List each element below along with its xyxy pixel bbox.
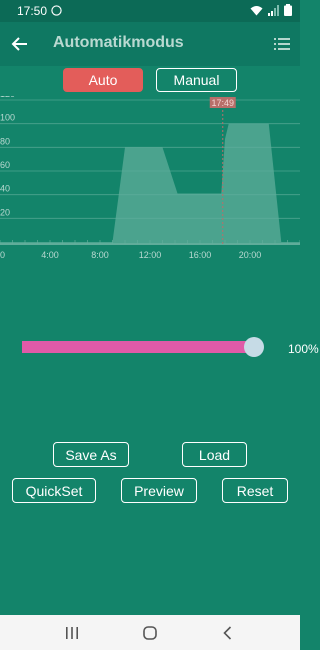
list-menu-icon[interactable] [274, 36, 290, 52]
save-as-button[interactable]: Save As [53, 442, 129, 467]
y-tick-label: 60 [0, 160, 10, 170]
x-tick-label: 16:00 [189, 250, 212, 260]
back-arrow-icon[interactable] [10, 34, 30, 54]
recent-apps-icon[interactable] [63, 624, 81, 642]
reset-button[interactable]: Reset [222, 478, 288, 503]
current-time-label: 17:49 [211, 98, 234, 108]
x-tick-label: 0 [0, 250, 5, 260]
y-tick-label: 20 [0, 207, 10, 217]
slider-value-label: 100% [288, 342, 319, 356]
auto-mode-button[interactable]: Auto [63, 68, 143, 92]
schedule-chart[interactable]: 120 100 80 60 40 20 0 4:00 8:00 12:00 16:00 20:00 17… [0, 96, 300, 260]
back-icon[interactable] [219, 624, 237, 642]
slider-fill [22, 341, 254, 353]
load-button[interactable]: Load [182, 442, 247, 467]
manual-mode-button[interactable]: Manual [156, 68, 237, 92]
home-icon[interactable] [141, 624, 159, 642]
app-bar: Automatikmodus [0, 22, 300, 66]
quickset-button[interactable]: QuickSet [12, 478, 96, 503]
y-tick-label: 40 [0, 184, 10, 194]
x-tick-label: 8:00 [91, 250, 109, 260]
x-tick-label: 12:00 [139, 250, 162, 260]
wifi-icon [250, 5, 263, 15]
intensity-slider[interactable]: 100% [22, 337, 319, 357]
status-time: 17:50 [17, 4, 48, 18]
preview-button[interactable]: Preview [121, 478, 197, 503]
area-series [0, 123, 300, 244]
status-icons [250, 4, 292, 16]
y-tick-label: 80 [0, 136, 10, 146]
y-tick-label: 120 [0, 96, 15, 99]
slider-thumb[interactable] [244, 337, 264, 357]
x-tick-label: 4:00 [41, 250, 59, 260]
page-title: Automatikmodus [53, 34, 184, 51]
y-tick-label: 100 [0, 113, 15, 123]
x-tick-label: 20:00 [239, 250, 262, 260]
signal-icon [268, 4, 279, 16]
status-bar: 17:50 [0, 0, 300, 22]
whatsapp-icon [51, 5, 62, 16]
battery-icon [284, 4, 292, 16]
system-nav-bar [0, 615, 300, 650]
